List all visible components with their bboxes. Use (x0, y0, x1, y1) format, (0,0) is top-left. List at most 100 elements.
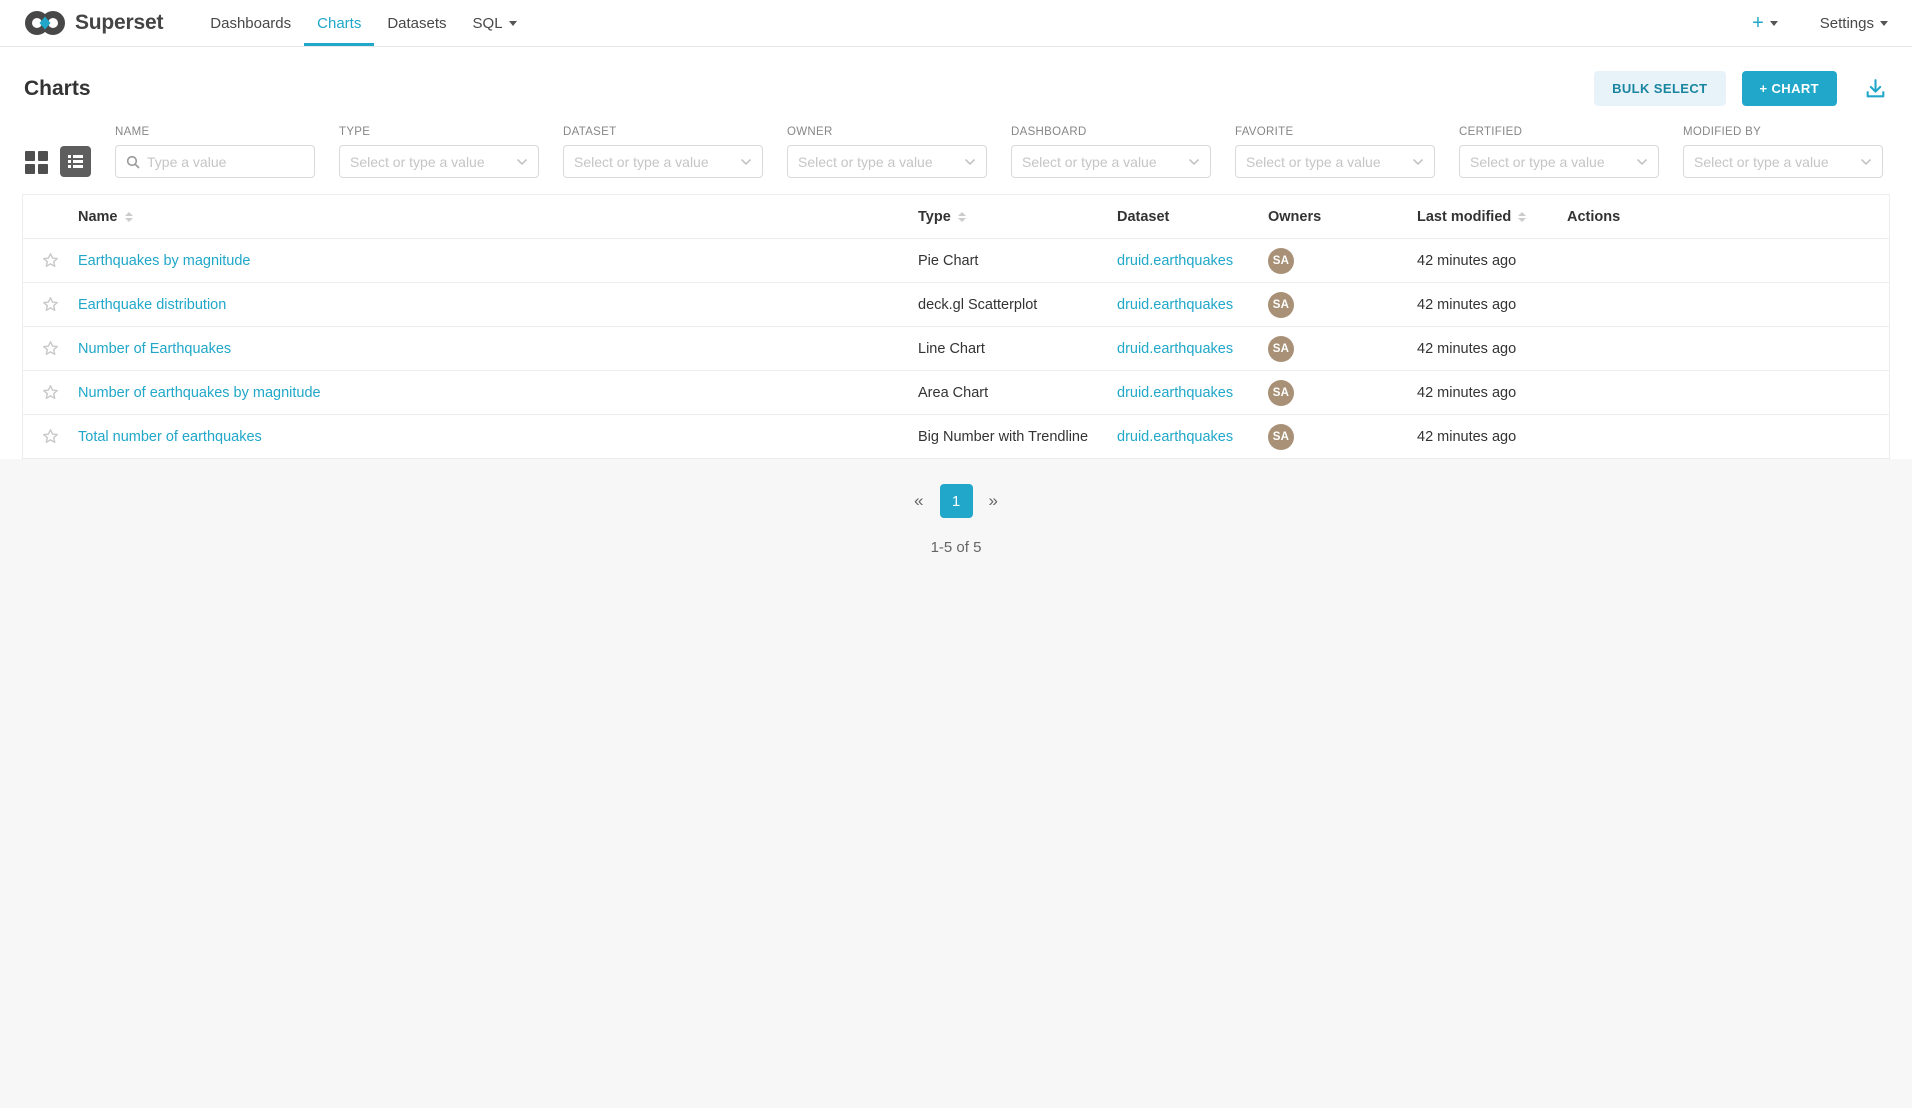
infinity-logo-icon (24, 10, 66, 36)
chart-type: Line Chart (918, 341, 1117, 357)
sort-icon (125, 212, 133, 222)
filter-name: NAME (115, 126, 315, 178)
page-title: Charts (24, 77, 91, 101)
chevron-down-icon (1880, 21, 1888, 26)
bulk-select-button[interactable]: BULK SELECT (1594, 71, 1725, 106)
dataset-link[interactable]: druid.earthquakes (1117, 429, 1233, 445)
chart-name-link[interactable]: Earthquake distribution (78, 297, 226, 313)
main-nav: Dashboards Charts Datasets SQL (197, 0, 529, 46)
add-chart-button[interactable]: + CHART (1742, 71, 1838, 106)
chevron-down-icon (516, 158, 528, 166)
select-placeholder: Select or type a value (1694, 154, 1854, 170)
superset-logo[interactable]: Superset (24, 0, 163, 46)
list-icon (67, 153, 84, 170)
owner-avatar[interactable]: SA (1268, 380, 1294, 406)
next-page-button[interactable]: » (980, 487, 1007, 515)
favorite-star-icon[interactable] (42, 428, 59, 445)
select-placeholder: Select or type a value (798, 154, 958, 170)
charts-table: Name Type Dataset Owners Last modified A… (22, 194, 1890, 459)
filter-modified-by: MODIFIED BY Select or type a value (1683, 126, 1883, 178)
last-modified: 42 minutes ago (1417, 429, 1567, 445)
filter-dataset: DATASET Select or type a value (563, 126, 763, 178)
certified-filter-select[interactable]: Select or type a value (1459, 145, 1659, 178)
name-filter-input[interactable] (147, 154, 304, 170)
owner-avatar[interactable]: SA (1268, 292, 1294, 318)
chart-name-link[interactable]: Number of earthquakes by magnitude (78, 385, 321, 401)
nav-item-charts[interactable]: Charts (304, 0, 374, 46)
owner-filter-select[interactable]: Select or type a value (787, 145, 987, 178)
column-header-last-modified[interactable]: Last modified (1417, 209, 1567, 225)
chart-type: Pie Chart (918, 253, 1117, 269)
chevron-down-icon (740, 158, 752, 166)
pagination: « 1 » 1-5 of 5 (0, 459, 1912, 556)
owner-avatar[interactable]: SA (1268, 424, 1294, 450)
table-row: Number of earthquakes by magnitude Area … (23, 371, 1889, 415)
owner-avatar[interactable]: SA (1268, 248, 1294, 274)
filter-bar: NAME TYPE Select or type a value DATASE (0, 126, 1912, 194)
favorite-star-icon[interactable] (42, 384, 59, 401)
filter-label: NAME (115, 126, 315, 138)
import-charts-button[interactable] (1863, 76, 1888, 101)
owner-avatar[interactable]: SA (1268, 336, 1294, 362)
favorite-star-icon[interactable] (42, 340, 59, 357)
favorite-filter-select[interactable]: Select or type a value (1235, 145, 1435, 178)
chevron-down-icon (1770, 21, 1778, 26)
view-toggles (24, 145, 91, 178)
select-placeholder: Select or type a value (350, 154, 510, 170)
brand-name: Superset (75, 11, 163, 35)
chevron-down-icon (1188, 158, 1200, 166)
type-filter-select[interactable]: Select or type a value (339, 145, 539, 178)
card-view-toggle[interactable] (24, 150, 48, 174)
new-item-menu[interactable]: + (1752, 13, 1778, 33)
nav-item-sql[interactable]: SQL (460, 0, 530, 46)
dataset-link[interactable]: druid.earthquakes (1117, 253, 1233, 269)
chart-name-link[interactable]: Total number of earthquakes (78, 429, 262, 445)
dashboard-filter-select[interactable]: Select or type a value (1011, 145, 1211, 178)
table-row: Earthquakes by magnitude Pie Chart druid… (23, 239, 1889, 283)
filter-owner: OWNER Select or type a value (787, 126, 987, 178)
modified-by-filter-select[interactable]: Select or type a value (1683, 145, 1883, 178)
column-header-type[interactable]: Type (918, 209, 1117, 225)
nav-item-datasets[interactable]: Datasets (374, 0, 459, 46)
nav-item-sql-label: SQL (473, 15, 503, 32)
last-modified: 42 minutes ago (1417, 253, 1567, 269)
filter-certified: CERTIFIED Select or type a value (1459, 126, 1659, 178)
table-row: Total number of earthquakes Big Number w… (23, 415, 1889, 459)
last-modified: 42 minutes ago (1417, 297, 1567, 313)
column-label: Dataset (1117, 209, 1169, 225)
column-header-actions: Actions (1567, 209, 1889, 225)
nav-item-dashboards[interactable]: Dashboards (197, 0, 304, 46)
chevron-down-icon (1860, 158, 1872, 166)
filter-dashboard: DASHBOARD Select or type a value (1011, 126, 1211, 178)
dataset-link[interactable]: druid.earthquakes (1117, 297, 1233, 313)
column-header-owners: Owners (1268, 209, 1417, 225)
filter-label: MODIFIED BY (1683, 126, 1883, 138)
chart-name-link[interactable]: Number of Earthquakes (78, 341, 231, 357)
column-label: Type (918, 209, 951, 225)
settings-menu[interactable]: Settings (1820, 15, 1888, 32)
filter-label: OWNER (787, 126, 987, 138)
column-header-name[interactable]: Name (78, 209, 918, 225)
filter-label: CERTIFIED (1459, 126, 1659, 138)
chart-type: Big Number with Trendline (918, 429, 1117, 445)
chevron-down-icon (509, 21, 517, 26)
chevron-down-icon (964, 158, 976, 166)
dataset-filter-select[interactable]: Select or type a value (563, 145, 763, 178)
chart-name-link[interactable]: Earthquakes by magnitude (78, 253, 251, 269)
table-header-row: Name Type Dataset Owners Last modified A… (23, 195, 1889, 239)
table-row: Number of Earthquakes Line Chart druid.e… (23, 327, 1889, 371)
list-view-toggle[interactable] (60, 146, 91, 177)
favorite-star-icon[interactable] (42, 296, 59, 313)
dataset-link[interactable]: druid.earthquakes (1117, 341, 1233, 357)
settings-label: Settings (1820, 15, 1874, 32)
favorite-star-icon[interactable] (42, 252, 59, 269)
filter-type: TYPE Select or type a value (339, 126, 539, 178)
prev-page-button[interactable]: « (905, 487, 932, 515)
filter-favorite: FAVORITE Select or type a value (1235, 126, 1435, 178)
select-placeholder: Select or type a value (574, 154, 734, 170)
page-1-button[interactable]: 1 (940, 484, 973, 518)
chart-type: Area Chart (918, 385, 1117, 401)
dataset-link[interactable]: druid.earthquakes (1117, 385, 1233, 401)
download-icon (1863, 76, 1888, 101)
pagination-summary: 1-5 of 5 (931, 539, 982, 556)
